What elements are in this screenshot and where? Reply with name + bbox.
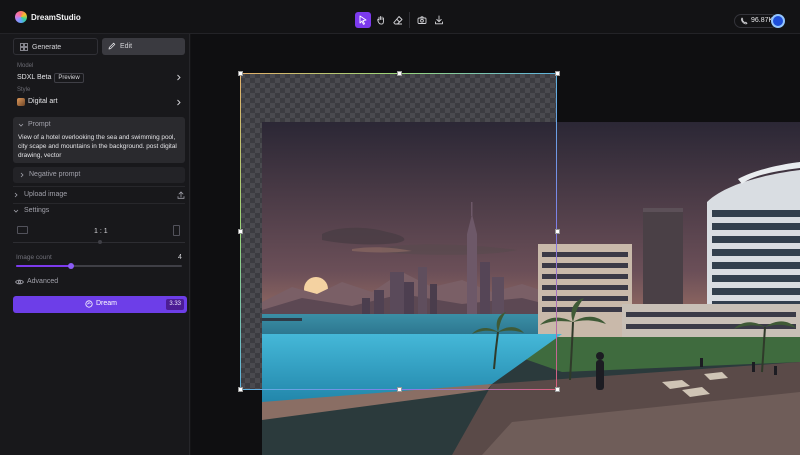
edit-mode-label: Edit — [120, 43, 133, 50]
image-count-slider[interactable] — [16, 263, 182, 269]
dream-button[interactable]: Dream 3.33 — [13, 296, 187, 313]
portrait-ratio-icon[interactable] — [173, 225, 180, 236]
resize-handle-bottom-left[interactable] — [238, 387, 243, 392]
resize-handle-top-left[interactable] — [238, 71, 243, 76]
image-count-handle[interactable] — [67, 263, 74, 269]
credits-icon — [741, 17, 748, 25]
camera-icon — [417, 16, 427, 24]
prompt-label: Prompt — [28, 121, 51, 128]
resize-handle-bottom-right[interactable] — [555, 387, 560, 392]
resize-handle-bottom[interactable] — [397, 387, 402, 392]
settings-label[interactable]: Settings — [24, 207, 49, 214]
style-chevron-right-icon[interactable] — [175, 99, 182, 106]
model-label: Model — [17, 63, 34, 69]
style-label: Style — [17, 87, 31, 93]
resize-handle-top-right[interactable] — [555, 71, 560, 76]
download-icon — [435, 15, 443, 25]
eraser-icon — [393, 16, 403, 25]
chevron-down-icon[interactable] — [18, 122, 24, 128]
negative-prompt-label: Negative prompt — [29, 171, 81, 178]
dream-cost-badge: 3.33 — [166, 299, 184, 310]
snapshot-tool-button[interactable] — [414, 12, 430, 28]
model-preview-badge: Preview — [54, 73, 84, 83]
style-thumbnail — [17, 98, 25, 106]
user-avatar[interactable] — [771, 14, 785, 28]
top-bar: DreamStudio 96.87K — [0, 0, 800, 34]
upload-image-label[interactable]: Upload image — [24, 191, 67, 198]
model-selector[interactable]: SDXL Beta Preview — [17, 73, 84, 83]
model-chevron-right-icon[interactable] — [175, 74, 182, 81]
hand-icon — [377, 16, 384, 25]
cursor-icon — [359, 15, 367, 25]
sidebar: Generate Edit Model SDXL Beta Preview Sty… — [0, 34, 190, 455]
aspect-ratio-handle[interactable] — [98, 240, 102, 244]
image-count-label: Image count — [16, 254, 52, 261]
select-tool-button[interactable] — [355, 12, 371, 28]
aspect-ratio-value: 1 : 1 — [94, 228, 108, 235]
chevron-right-icon[interactable] — [13, 192, 19, 198]
generate-mode-label: Generate — [32, 44, 62, 51]
style-value[interactable]: Digital art — [28, 98, 58, 105]
prompt-input[interactable]: View of a hotel overlooking the sea and … — [18, 133, 180, 160]
upload-icon[interactable] — [177, 191, 185, 199]
dreamstudio-app: DreamStudio 96.87K Generate Edit Model S… — [0, 0, 800, 455]
dreamstudio-logo-icon — [15, 11, 27, 23]
prompt-box[interactable]: Prompt View of a hotel overlooking the s… — [13, 117, 185, 163]
download-tool-button[interactable] — [431, 12, 447, 28]
advanced-toggle[interactable]: Advanced — [27, 278, 58, 285]
dream-spark-icon — [85, 300, 93, 308]
dream-label: Dream — [96, 300, 118, 307]
grid-icon — [20, 43, 28, 51]
app-title: DreamStudio — [31, 13, 81, 22]
model-value: SDXL Beta — [17, 74, 52, 81]
resize-handle-right[interactable] — [555, 229, 560, 234]
image-count-fill — [16, 265, 71, 267]
eraser-tool-button[interactable] — [390, 12, 406, 28]
resize-handle-top[interactable] — [397, 71, 402, 76]
section-divider — [13, 186, 185, 187]
chevron-down-icon[interactable] — [13, 208, 19, 214]
section-divider — [13, 203, 185, 204]
pan-tool-button[interactable] — [373, 12, 389, 28]
edit-mode-button[interactable]: Edit — [102, 38, 185, 55]
generate-mode-button[interactable]: Generate — [13, 38, 98, 55]
landscape-ratio-icon[interactable] — [17, 226, 28, 234]
chevron-right-icon — [20, 172, 24, 178]
selection-frame[interactable] — [240, 73, 557, 390]
canvas-area[interactable] — [191, 34, 800, 455]
image-count-value: 4 — [178, 254, 182, 261]
resize-handle-left[interactable] — [238, 229, 243, 234]
pencil-icon — [108, 42, 116, 50]
toolbar-divider — [409, 12, 410, 28]
credits-value: 96.87K — [751, 17, 774, 24]
eye-icon[interactable] — [15, 278, 24, 286]
negative-prompt-row[interactable]: Negative prompt — [13, 167, 185, 183]
